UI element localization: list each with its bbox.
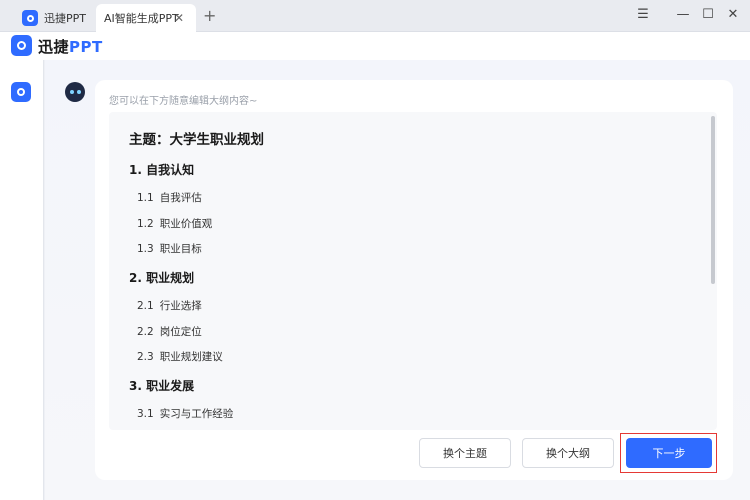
app-logo-icon: [22, 10, 38, 26]
item-text: 职业价值观: [159, 218, 213, 230]
outline-card: 您可以在下方随意编辑大纲内容~ 主题：大学生职业规划 1. 自我认知 1.1 自我…: [95, 80, 733, 480]
outline-item[interactable]: 2.3 职业规划建议: [137, 349, 223, 364]
next-step-button[interactable]: 下一步: [626, 438, 712, 468]
brand-logo-icon: [11, 35, 32, 56]
tab-label: 迅捷PPT: [44, 12, 86, 25]
add-tab-icon[interactable]: +: [203, 6, 216, 25]
left-sidebar: [0, 60, 44, 500]
tab-ai-generate[interactable]: AI智能生成PPT ✕: [96, 4, 196, 32]
tab-home[interactable]: 迅捷PPT: [22, 4, 94, 32]
main-area: 您可以在下方随意编辑大纲内容~ 主题：大学生职业规划 1. 自我认知 1.1 自我…: [45, 60, 750, 500]
outline-section-heading[interactable]: 1. 自我认知: [129, 161, 194, 178]
scrollbar-thumb[interactable]: [711, 116, 715, 284]
outline-item[interactable]: 1.3 职业目标: [137, 241, 202, 256]
brand-name: 迅捷PPT: [38, 36, 103, 57]
outline-section-heading[interactable]: 2. 职业规划: [129, 269, 194, 286]
close-window-icon[interactable]: ✕: [724, 7, 742, 22]
outline-item[interactable]: 1.2 职业价值观: [137, 216, 212, 231]
outline-editor[interactable]: 主题：大学生职业规划 1. 自我认知 1.1 自我评估 1.2 职业价值观 1.3 职…: [109, 112, 717, 430]
item-number: 1.1: [137, 192, 154, 204]
item-number: 2.2: [137, 326, 154, 338]
item-number: 1.3: [137, 243, 154, 255]
item-text: 行业选择: [159, 300, 202, 312]
edit-hint: 您可以在下方随意编辑大纲内容~: [109, 96, 258, 107]
item-text: 职业规划建议: [159, 351, 223, 363]
maximize-icon[interactable]: ☐: [699, 7, 717, 22]
item-text: 实习与工作经验: [159, 408, 234, 420]
item-number: 1.2: [137, 218, 154, 230]
brand-prefix: 迅捷: [38, 38, 70, 56]
sidebar-home-icon[interactable]: [11, 82, 31, 102]
change-topic-button[interactable]: 换个主题: [419, 438, 511, 468]
tab-label: AI智能生成PPT: [104, 12, 179, 25]
menu-icon[interactable]: ☰: [634, 7, 652, 22]
change-outline-button[interactable]: 换个大纲: [522, 438, 614, 468]
outline-item[interactable]: 3.1 实习与工作经验: [137, 406, 233, 421]
outline-item[interactable]: 2.2 岗位定位: [137, 324, 202, 339]
outline-item[interactable]: 1.1 自我评估: [137, 190, 202, 205]
outline-scrollbar[interactable]: [711, 116, 715, 424]
item-number: 2.3: [137, 351, 154, 363]
item-text: 自我评估: [159, 192, 202, 204]
outline-item[interactable]: 2.1 行业选择: [137, 298, 202, 313]
app-header: 迅捷PPT: [0, 32, 750, 60]
item-text: 岗位定位: [159, 326, 202, 338]
ai-bot-avatar-icon: [65, 82, 85, 102]
item-number: 2.1: [137, 300, 154, 312]
minimize-icon[interactable]: —: [674, 7, 692, 22]
next-button-highlight: 下一步: [620, 433, 717, 473]
brand-suffix: PPT: [69, 38, 103, 56]
close-tab-icon[interactable]: ✕: [172, 11, 186, 25]
item-number: 3.1: [137, 408, 154, 420]
item-text: 职业目标: [159, 243, 202, 255]
outline-section-heading[interactable]: 3. 职业发展: [129, 377, 194, 394]
window-titlebar: 迅捷PPT AI智能生成PPT ✕ + ☰ — ☐ ✕: [0, 0, 750, 32]
outline-title[interactable]: 主题：大学生职业规划: [129, 128, 264, 148]
